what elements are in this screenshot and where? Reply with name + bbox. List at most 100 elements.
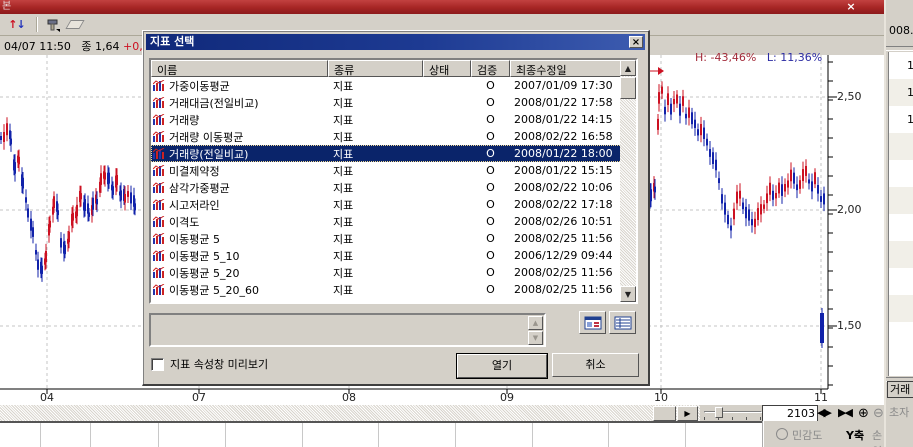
list-item[interactable]: 거래대금(전일비교) 지표 O2008/01/22 17:58 [151, 94, 636, 111]
list-item[interactable]: 거래량(전일비교)지표O2008/01/22 18:00 [151, 145, 636, 162]
list-item[interactable]: 거래량지표O2008/01/22 14:15 [151, 111, 636, 128]
list-scrollbar[interactable]: ▲ ▼ [620, 60, 636, 302]
dialog-close-icon[interactable]: × [629, 36, 643, 48]
list-item[interactable]: 삼각가중평균지표O2008/02/22 10:06 [151, 179, 636, 196]
tool-hammer-button[interactable] [42, 16, 64, 33]
right-panel-cell [889, 322, 913, 349]
h-scrollbar-thumb[interactable] [653, 406, 676, 421]
spinner-up-icon[interactable]: ▲ [528, 316, 543, 330]
column-type[interactable]: 종류 [328, 60, 423, 77]
list-item[interactable]: 거래량 이동평균지표O2008/02/22 16:58 [151, 128, 636, 145]
indicator-name: 이동평균 5_20 [169, 265, 239, 281]
list-item[interactable]: 시고저라인지표O2008/02/22 17:18 [151, 196, 636, 213]
indicator-type: 지표 [328, 146, 423, 162]
list-item[interactable]: 이동평균 5_20지표O2008/02/25 11:56 [151, 264, 636, 281]
right-panel-cell [889, 187, 913, 214]
step-back-forward-icon[interactable]: ◀▶ [817, 406, 830, 419]
column-name[interactable]: 이름 [151, 60, 328, 77]
x-axis-label: 10 [649, 391, 673, 404]
list-header: 이름 종류 상태 검증 최종수정일 [151, 60, 636, 77]
high-percent: H: -43,46% [695, 51, 756, 64]
right-panel-cell [889, 241, 913, 268]
indicator-select-dialog: 지표 선택 × 이름 종류 상태 검증 최종수정일 가중이동평균지표O2007/… [142, 30, 650, 386]
indicator-chart-icon [153, 199, 166, 211]
indicator-verified: O [471, 147, 510, 160]
sensitivity-label: 민감도 [792, 427, 822, 443]
h-scrollbar-right-icon[interactable]: ▶ [677, 406, 698, 421]
indicator-list: 이름 종류 상태 검증 최종수정일 가중이동평균지표O2007/01/09 17… [149, 58, 638, 304]
indicator-verified: O [471, 96, 510, 109]
cancel-button[interactable]: 취소 [552, 353, 639, 377]
list-item[interactable]: 가중이동평균지표O2007/01/09 17:30 [151, 77, 636, 94]
right-panel-cell [889, 133, 913, 160]
scroll-up-icon[interactable]: ▲ [620, 60, 636, 76]
spinner-down-icon[interactable]: ▼ [528, 331, 543, 345]
indicator-type: 지표 [328, 231, 423, 247]
bottom-right-options: 민감도 Y축 손익 [762, 421, 890, 447]
scroll-down-icon[interactable]: ▼ [620, 286, 636, 302]
dialog-titlebar[interactable]: 지표 선택 × [146, 34, 645, 50]
indicator-verified: O [471, 266, 510, 279]
close-price-label: 종 [81, 40, 91, 53]
eraser-icon [65, 20, 84, 29]
indicator-modified: 2008/02/26 10:51 [510, 215, 620, 228]
indicator-modified: 2008/02/25 11:56 [510, 232, 620, 245]
table-column-divider [225, 423, 226, 447]
indicator-type: 지표 [328, 163, 423, 179]
h-scrollbar-track[interactable] [0, 405, 700, 421]
table-column-divider [40, 423, 41, 447]
column-verified[interactable]: 검증 [471, 60, 510, 77]
indicator-type: 지표 [328, 95, 423, 111]
indicator-type: 지표 [328, 78, 423, 94]
window-close-icon[interactable]: × [842, 0, 860, 13]
indicator-chart-icon [153, 250, 166, 262]
column-modified[interactable]: 최종수정일 [510, 60, 624, 77]
indicator-chart-icon [153, 131, 166, 143]
column-status[interactable]: 상태 [423, 60, 471, 77]
x-axis-label: 07 [187, 391, 211, 404]
slider-ticks [704, 417, 762, 420]
indicator-verified: O [471, 130, 510, 143]
indicator-chart-icon [153, 233, 166, 245]
indicator-type: 지표 [328, 248, 423, 264]
hammer-icon [45, 18, 61, 32]
open-button[interactable]: 열기 [456, 353, 548, 379]
list-item[interactable]: 이동평균 5_20_60지표O2008/02/25 11:56 [151, 281, 636, 298]
window-titlebar: 본 × [0, 0, 888, 14]
indicator-type: 지표 [328, 180, 423, 196]
indicator-modified: 2008/01/22 18:00 [510, 147, 620, 160]
eraser-button[interactable] [64, 16, 86, 33]
view-details-button[interactable] [609, 311, 636, 334]
bottom-data-table [0, 421, 762, 447]
zoom-out-icon[interactable]: ⊖ [873, 406, 884, 421]
table-column-divider [90, 423, 91, 447]
y-axis-option-label: Y축 [846, 427, 864, 443]
y-axis-label: 1,50 [837, 319, 871, 332]
indicator-modified: 2008/01/22 17:58 [510, 96, 620, 109]
indicator-name: 삼각가중평균 [169, 180, 230, 196]
list-item[interactable]: 이동평균 5지표O2008/02/25 11:56 [151, 230, 636, 247]
indicator-type: 지표 [328, 214, 423, 230]
indicator-name: 거래대금(전일비교) [169, 95, 259, 111]
bar-count-input[interactable] [762, 405, 818, 422]
indicator-name: 미결제약정 [169, 163, 220, 179]
divider [886, 46, 913, 51]
indicator-type: 지표 [328, 282, 423, 298]
zoom-in-icon[interactable]: ⊕ [858, 406, 869, 421]
x-axis-label: 09 [495, 391, 519, 404]
view-preview-button[interactable] [579, 311, 606, 334]
trade-tab[interactable]: 거래 [887, 381, 913, 398]
scrollbar-thumb[interactable] [620, 77, 636, 99]
indicator-name: 이동평균 5 [169, 231, 220, 247]
sort-updown-button[interactable]: ↑↓ [6, 16, 28, 33]
go-to-end-icon[interactable]: ▶◀ [838, 406, 851, 419]
list-item[interactable]: 미결제약정지표O2008/01/22 15:15 [151, 162, 636, 179]
list-item[interactable]: 이격도지표O2008/02/26 10:51 [151, 213, 636, 230]
y-axis-label: 2,00 [837, 203, 871, 216]
right-panel-cell: 1 [889, 79, 913, 106]
indicator-modified: 2007/01/09 17:30 [510, 79, 620, 92]
sensitivity-radio[interactable] [776, 428, 788, 440]
list-item[interactable]: 이동평균 5_10지표O2006/12/29 09:44 [151, 247, 636, 264]
preview-checkbox[interactable] [151, 358, 164, 371]
zoom-slider-track[interactable] [704, 411, 762, 413]
